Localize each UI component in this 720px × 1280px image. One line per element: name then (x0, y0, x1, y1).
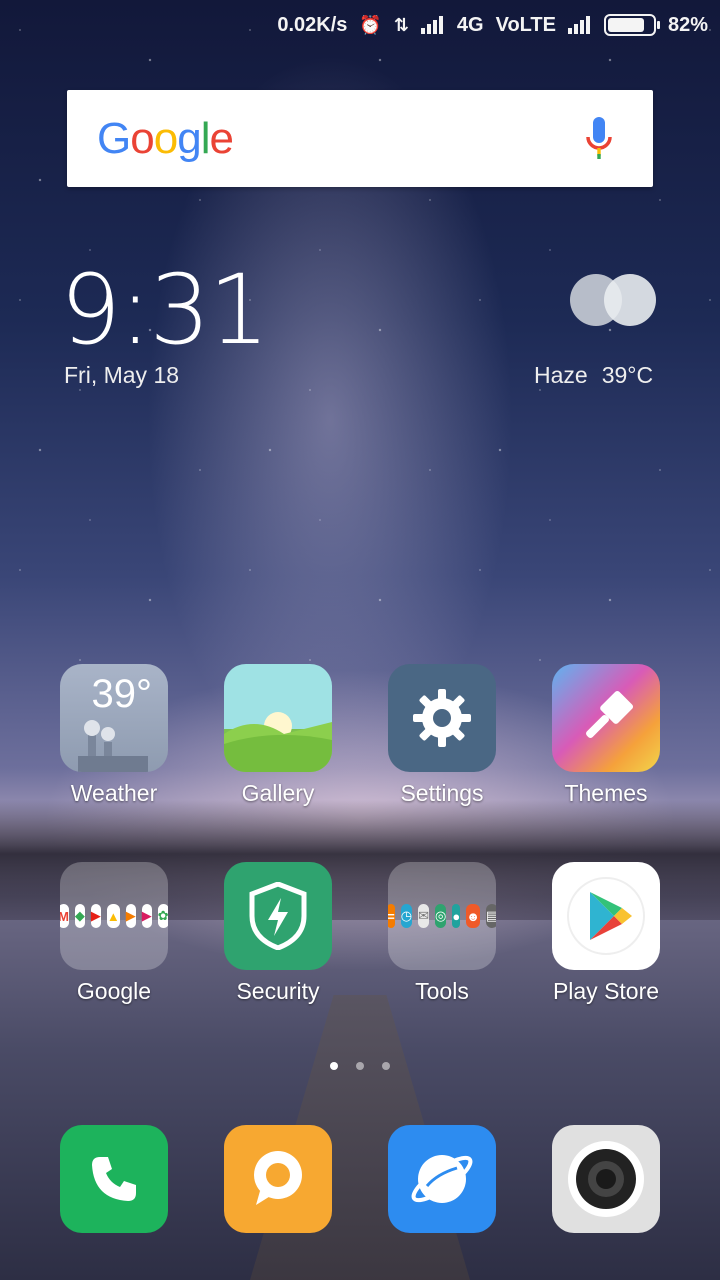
google-logo: G o o g l e (97, 113, 234, 163)
play-store-icon (552, 862, 660, 970)
folder-tools[interactable]: ● = ◷ ✉ ◎ ● ☻ ▤ ↓ Tools (372, 862, 512, 1005)
signal-icon (420, 16, 443, 34)
drive-icon: ▲ (106, 904, 120, 928)
microphone-icon[interactable] (585, 116, 613, 161)
recorder-icon: ● (452, 904, 461, 928)
camera-icon (552, 1125, 660, 1233)
gear-icon (413, 689, 471, 747)
app-label: Themes (564, 780, 648, 806)
battery-percent: 82% (667, 13, 708, 36)
dock-phone[interactable] (44, 1125, 184, 1233)
app-themes[interactable]: Themes (536, 664, 676, 807)
gallery-icon (224, 664, 332, 772)
folder-google[interactable]: G M ◆ ▶ ▲ ▶ ▶ ✿ ◉ Google (44, 862, 184, 1005)
tools-folder-icon: ● = ◷ ✉ ◎ ● ☻ ▤ ↓ (388, 862, 496, 970)
chat-bubble-icon (254, 1151, 302, 1205)
app-label: Settings (400, 780, 484, 806)
security-icon (224, 862, 332, 970)
weather-app-icon: 39° (60, 664, 168, 772)
app-security[interactable]: Security (208, 862, 348, 1005)
messaging-icon (224, 1125, 332, 1233)
battery-icon (603, 14, 660, 36)
app-label: Tools (415, 978, 469, 1004)
browser-icon (388, 1125, 496, 1233)
network-type: 4G (456, 13, 484, 36)
phone-handset-icon (92, 1157, 136, 1201)
volte-label: VoLTE (495, 13, 556, 36)
network-speed: 0.02K/s (277, 13, 348, 36)
play-movies-icon: ▶ (141, 904, 152, 928)
signal-icon-2 (567, 16, 590, 34)
weather-condition: Haze (534, 362, 588, 388)
weather-app-temp: 39° (91, 672, 153, 716)
camera-lens-icon (568, 1141, 644, 1217)
clock-icon: ◷ (400, 904, 413, 928)
gmail-icon: M (60, 904, 69, 928)
feedback-icon: ☻ (466, 904, 480, 928)
app-label: Google (76, 978, 152, 1004)
status-bar: 0.02K/s ⏰ ⇅ 4G VoLTE 82% (0, 0, 720, 50)
app-weather[interactable]: 39° Weather (44, 664, 184, 807)
settings-icon (388, 664, 496, 772)
app-label: Weather (70, 780, 158, 806)
gallery-landscape-icon (224, 712, 332, 772)
dock-browser[interactable] (372, 1125, 512, 1233)
battery-fill (607, 18, 645, 32)
dock-camera[interactable] (536, 1125, 676, 1233)
play-music-icon: ▶ (125, 904, 136, 928)
page-dot-active[interactable] (330, 1062, 338, 1070)
alarm-icon: ⏰ (359, 14, 382, 35)
app-gallery[interactable]: Gallery (208, 664, 348, 807)
page-indicator (0, 1062, 720, 1070)
clock-time[interactable]: 9:31 (60, 262, 270, 358)
themes-icon (552, 664, 660, 772)
file-manager-icon: ▤ (485, 904, 496, 928)
app-label: Play Store (552, 978, 660, 1004)
factory-icon (78, 720, 148, 772)
app-label: Gallery (241, 780, 315, 806)
page-dot[interactable] (382, 1062, 390, 1070)
play-triangle-icon (567, 877, 645, 955)
google-folder-icon: G M ◆ ▶ ▲ ▶ ▶ ✿ ◉ (60, 862, 168, 970)
planet-icon (411, 1155, 473, 1203)
maps-icon: ◆ (74, 904, 85, 928)
mail-icon: ✉ (418, 904, 430, 928)
dock-messaging[interactable] (208, 1125, 348, 1233)
app-label: Security (236, 978, 320, 1004)
calculator-icon: = (388, 904, 395, 928)
clock-date: Fri, May 18 (64, 362, 180, 388)
paintbrush-icon (586, 690, 634, 738)
data-transfer-icon: ⇅ (393, 14, 409, 35)
app-play-store[interactable]: Play Store (536, 862, 676, 1005)
weather-info: Haze 39°C (534, 362, 653, 389)
google-search-bar[interactable]: G o o g l e (67, 90, 653, 187)
phone-icon (60, 1125, 168, 1233)
weather-temp: 39°C (601, 362, 654, 388)
youtube-icon: ▶ (90, 904, 101, 928)
radio-icon: ◎ (435, 904, 447, 928)
page-dot[interactable] (356, 1062, 364, 1070)
app-settings[interactable]: Settings (372, 664, 512, 807)
photos-icon: ✿ (157, 904, 168, 928)
shield-icon (249, 882, 307, 950)
haze-icon[interactable] (568, 273, 658, 327)
